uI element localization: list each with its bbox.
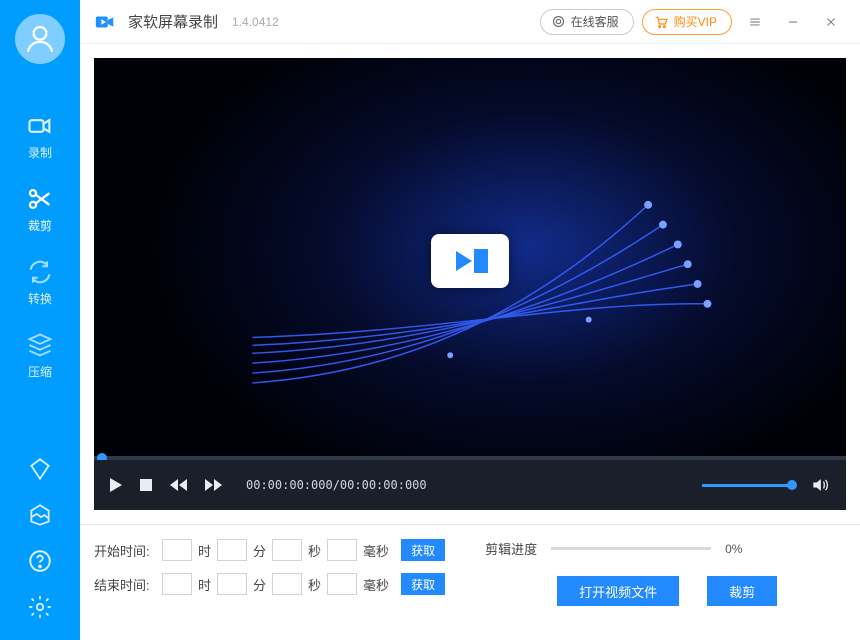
timecode: 00:00:00:000/00:00:00:000 <box>246 478 427 492</box>
headset-icon <box>551 14 566 29</box>
unit-sec: 秒 <box>308 575 321 594</box>
volume-icon <box>810 475 830 495</box>
end-sec-input[interactable] <box>272 573 302 595</box>
sidebar-item-label: 转换 <box>28 292 52 306</box>
unit-hour: 时 <box>198 575 211 594</box>
sidebar-item-convert[interactable]: 转换 <box>0 244 80 317</box>
layers-icon <box>26 331 54 359</box>
forward-button[interactable] <box>205 479 222 491</box>
support-button[interactable]: 在线客服 <box>540 9 634 35</box>
help-icon[interactable] <box>27 548 53 574</box>
user-icon <box>23 22 57 56</box>
open-file-button[interactable]: 打开视频文件 <box>557 576 679 606</box>
start-ms-input[interactable] <box>327 539 357 561</box>
menu-button[interactable] <box>740 7 770 37</box>
rewind-icon <box>170 479 187 491</box>
vip-button[interactable]: 购买VIP <box>642 9 732 35</box>
volume-button[interactable] <box>810 475 830 495</box>
end-hour-input[interactable] <box>162 573 192 595</box>
image-icon[interactable] <box>27 502 53 528</box>
camera-icon <box>26 112 54 140</box>
volume-slider[interactable] <box>702 484 792 487</box>
trim-panel: 开始时间: 时 分 秒 毫秒 获取 结束时间: 时 分 秒 毫秒 获取 <box>80 524 860 612</box>
trim-progress-row: 剪辑进度 0% <box>485 539 846 558</box>
unit-ms: 毫秒 <box>363 575 389 594</box>
volume-knob[interactable] <box>787 480 797 490</box>
sidebar-bottom <box>0 446 80 640</box>
minimize-icon <box>786 15 800 29</box>
play-icon <box>110 478 122 492</box>
close-icon <box>824 15 838 29</box>
start-sec-input[interactable] <box>272 539 302 561</box>
start-hour-input[interactable] <box>162 539 192 561</box>
unit-hour: 时 <box>198 541 211 560</box>
stop-button[interactable] <box>140 479 152 491</box>
support-label: 在线客服 <box>571 13 619 30</box>
start-time-label: 开始时间: <box>94 541 156 560</box>
unit-min: 分 <box>253 541 266 560</box>
main-area: 家软屏幕录制 1.4.0412 在线客服 购买VIP <box>80 0 860 640</box>
stop-icon <box>140 479 152 491</box>
end-min-input[interactable] <box>217 573 247 595</box>
unit-min: 分 <box>253 575 266 594</box>
sidebar-item-label: 录制 <box>28 146 52 160</box>
gear-icon[interactable] <box>27 594 53 620</box>
close-button[interactable] <box>816 7 846 37</box>
center-play-badge[interactable] <box>431 234 509 288</box>
logo-icon <box>94 11 116 33</box>
video-player: 00:00:00:000/00:00:00:000 <box>94 58 846 510</box>
forward-icon <box>205 479 222 491</box>
sidebar: 录制 裁剪 转换 压缩 <box>0 0 80 640</box>
sidebar-item-compress[interactable]: 压缩 <box>0 317 80 390</box>
get-end-button[interactable]: 获取 <box>401 573 445 595</box>
play-triangle-icon <box>456 251 472 271</box>
get-start-button[interactable]: 获取 <box>401 539 445 561</box>
player-controls: 00:00:00:000/00:00:00:000 <box>94 460 846 510</box>
minimize-button[interactable] <box>778 7 808 37</box>
unit-ms: 毫秒 <box>363 541 389 560</box>
sidebar-item-label: 压缩 <box>28 365 52 379</box>
trim-progress-bar <box>551 547 711 550</box>
titlebar: 家软屏幕录制 1.4.0412 在线客服 购买VIP <box>80 0 860 44</box>
menu-icon <box>748 15 762 29</box>
sidebar-item-crop[interactable]: 裁剪 <box>0 171 80 244</box>
start-min-input[interactable] <box>217 539 247 561</box>
trim-progress-label: 剪辑进度 <box>485 539 537 558</box>
end-ms-input[interactable] <box>327 573 357 595</box>
crop-button[interactable]: 裁剪 <box>707 576 777 606</box>
app-name: 家软屏幕录制 <box>128 11 218 32</box>
scissors-icon <box>26 185 54 213</box>
camera-lens-icon <box>474 249 488 273</box>
trim-progress-pct: 0% <box>725 542 755 556</box>
unit-sec: 秒 <box>308 541 321 560</box>
app-version: 1.4.0412 <box>232 15 279 29</box>
end-time-label: 结束时间: <box>94 575 156 594</box>
sidebar-item-record[interactable]: 录制 <box>0 98 80 171</box>
app-logo <box>94 11 116 33</box>
rewind-button[interactable] <box>170 479 187 491</box>
avatar[interactable] <box>15 14 65 64</box>
play-button[interactable] <box>110 478 122 492</box>
vip-label: 购买VIP <box>674 13 717 30</box>
sidebar-item-label: 裁剪 <box>28 219 52 233</box>
start-time-row: 开始时间: 时 分 秒 毫秒 获取 <box>94 539 445 561</box>
convert-icon <box>26 258 54 286</box>
cart-icon <box>653 14 669 30</box>
end-time-row: 结束时间: 时 分 秒 毫秒 获取 <box>94 573 445 595</box>
diamond-icon[interactable] <box>27 456 53 482</box>
